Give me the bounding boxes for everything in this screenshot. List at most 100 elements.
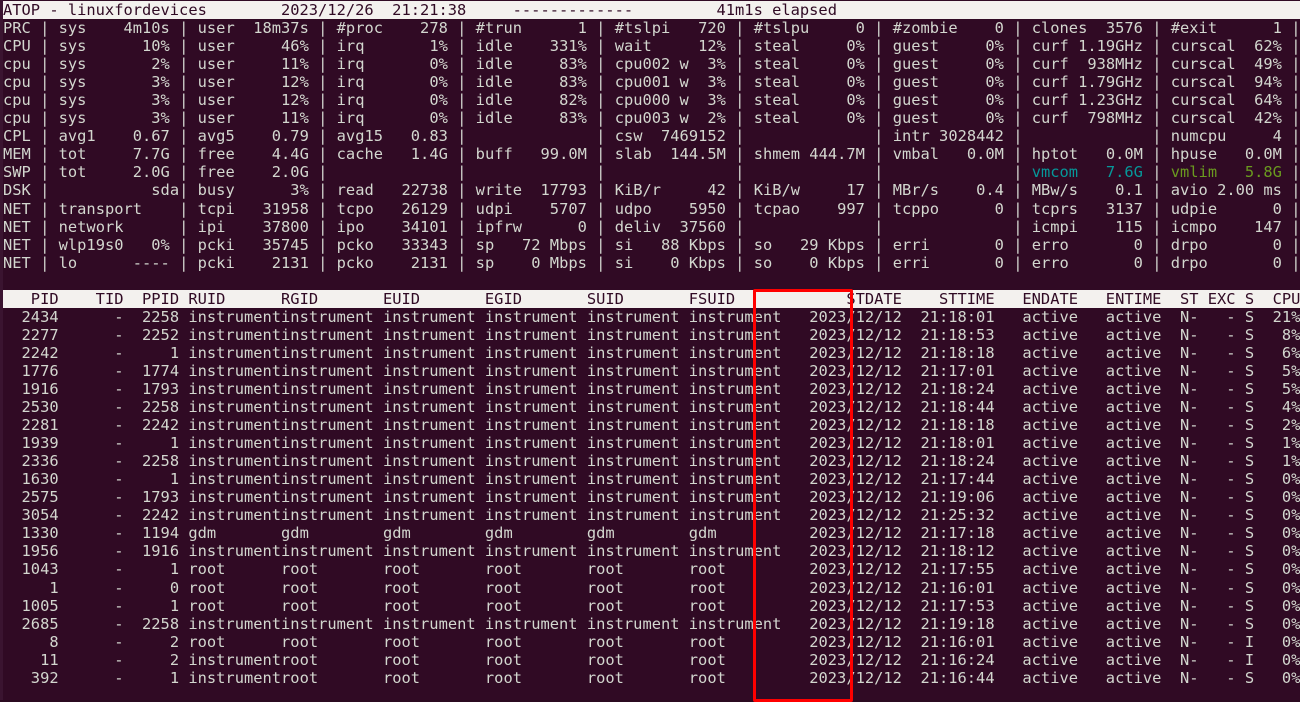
- cell-endate: active: [994, 470, 1078, 489]
- sysline-sep: |: [179, 109, 189, 128]
- cell-egid: instrument: [484, 506, 587, 525]
- cell-exc: -: [1198, 524, 1236, 543]
- cell-endate: active: [994, 524, 1078, 543]
- sysline-field-empty: [744, 127, 874, 145]
- process-row[interactable]: 2530 - 2258 instrumentinstrument instrum…: [3, 398, 1300, 416]
- sysline-sep: |: [179, 217, 189, 236]
- cell-euid: instrument: [382, 488, 485, 507]
- cell-egid: instrument: [484, 434, 587, 453]
- cell-state: S: [1235, 398, 1255, 417]
- cell-stdate: 2023/12/12: [790, 398, 902, 417]
- sysline-field-hptot: hptot 0.0M: [1022, 145, 1153, 164]
- sysline-field-curscal: curscal 94%: [1161, 73, 1292, 92]
- sysline-field-pcko: pcko 33343: [327, 235, 458, 254]
- cell-fsuid: root: [688, 596, 791, 615]
- cell-cpu: 0%: [1254, 560, 1300, 579]
- process-row[interactable]: 1630 - 1 instrumentinstrument instrument…: [3, 470, 1300, 488]
- cell-euid: gdm: [382, 524, 485, 543]
- cell-exc: -: [1198, 560, 1236, 579]
- cell-endate: active: [994, 452, 1078, 471]
- cell-egid: instrument: [484, 307, 587, 326]
- cell-rgid: root: [281, 668, 383, 687]
- cell-ppid: 2242: [123, 506, 180, 525]
- sysline-sep: |: [318, 217, 328, 236]
- cell-ruid: instrument: [179, 343, 282, 362]
- atop-terminal-window[interactable]: ATOP - linuxfordevices 2023/12/26 21:21:…: [0, 0, 1300, 702]
- sysline-field-lo: lo ----: [49, 253, 180, 272]
- process-row[interactable]: 1330 - 1194 gdm gdm gdm gdm gdm gdm 2023…: [3, 524, 1300, 542]
- sysline-field-empty: [883, 163, 1013, 181]
- process-table-header-row[interactable]: PID TID PPID RUID RGID EUID EGID SUID FS…: [3, 289, 1300, 308]
- sysline-field-irq: irq 0%: [327, 109, 458, 128]
- process-row[interactable]: 2277 - 2252 instrumentinstrument instrum…: [3, 326, 1300, 344]
- process-row[interactable]: 8 - 2 root root root root root root 2023…: [3, 633, 1300, 651]
- cell-sttime: 21:19:06: [901, 488, 995, 507]
- sysline-field-tcprs: tcprs 3137: [1022, 199, 1153, 218]
- col-header-ruid: RUID: [179, 289, 282, 308]
- cell-entime: active: [1078, 434, 1162, 453]
- process-row[interactable]: 1043 - 1 root root root root root root 2…: [3, 560, 1300, 578]
- process-row[interactable]: 3054 - 2242 instrumentinstrument instrum…: [3, 506, 1300, 524]
- process-row[interactable]: 1939 - 1 instrumentinstrument instrument…: [3, 434, 1300, 452]
- sysline-sep: |: [318, 109, 328, 128]
- sysline-field-empty: [466, 127, 596, 145]
- sysline-field-drpo: drpo 0: [1161, 235, 1292, 254]
- sysline-field-intr: intr 3028442: [883, 127, 1014, 146]
- process-row[interactable]: 2242 - 1 instrumentinstrument instrument…: [3, 344, 1300, 362]
- sysline-field-vmcom: vmcom 7.6G: [1022, 163, 1153, 182]
- sysline-field-guest: guest 0%: [883, 109, 1014, 128]
- cell-euid: instrument: [382, 343, 485, 362]
- cell-st: N-: [1161, 343, 1199, 362]
- process-row[interactable]: 1916 - 1793 instrumentinstrument instrum…: [3, 380, 1300, 398]
- cell-stdate: 2023/12/12: [790, 524, 902, 543]
- process-row[interactable]: 11 - 2 instrumentroot root root root roo…: [3, 651, 1300, 669]
- cell-euid: instrument: [382, 506, 485, 525]
- col-header-rgid: RGID: [281, 289, 383, 308]
- cell-fsuid: instrument: [688, 416, 791, 435]
- cell-tid: -: [58, 307, 124, 326]
- cell-cpu: 0%: [1254, 650, 1300, 669]
- cell-sttime: 21:18:01: [901, 434, 995, 453]
- cell-pid: 2530: [3, 398, 59, 417]
- process-row[interactable]: 1005 - 1 root root root root root root 2…: [3, 597, 1300, 615]
- process-row[interactable]: 392 - 1 instrumentroot root root root ro…: [3, 669, 1300, 687]
- cell-entime: active: [1078, 470, 1162, 489]
- sysline-cpu-3: cpu | sys 3% | user 12% | irq 0% | idle …: [3, 73, 1300, 91]
- cell-euid: root: [382, 596, 485, 615]
- cell-stdate: 2023/12/12: [790, 325, 902, 344]
- cell-egid: root: [484, 596, 587, 615]
- sysline-label: cpu: [3, 109, 31, 128]
- sysline-sep: |: [30, 199, 50, 218]
- cell-entime: active: [1078, 325, 1162, 344]
- cell-tid: -: [58, 488, 124, 507]
- process-row[interactable]: 2685 - 2258 instrumentinstrument instrum…: [3, 615, 1300, 633]
- process-row[interactable]: 2281 - 2242 instrumentinstrument instrum…: [3, 416, 1300, 434]
- process-row[interactable]: 2336 - 2258 instrumentinstrument instrum…: [3, 452, 1300, 470]
- cell-cpu: 0%: [1254, 506, 1300, 525]
- process-table-body[interactable]: 2434 - 2258 instrumentinstrument instrum…: [3, 308, 1300, 687]
- process-row[interactable]: 1956 - 1916 instrumentinstrument instrum…: [3, 542, 1300, 560]
- sysline-field-shmem: shmem 444.7M: [744, 145, 875, 164]
- sysline-field-user: user 12%: [188, 91, 319, 110]
- cell-euid: instrument: [382, 416, 485, 435]
- cell-cpu: 5%: [1254, 379, 1300, 398]
- cell-endate: active: [994, 398, 1078, 417]
- process-row[interactable]: 1776 - 1774 instrumentinstrument instrum…: [3, 362, 1300, 380]
- process-row[interactable]: 2434 - 2258 instrumentinstrument instrum…: [3, 308, 1300, 326]
- process-row[interactable]: 1 - 0 root root root root root root 2023…: [3, 579, 1300, 597]
- process-table[interactable]: PID TID PPID RUID RGID EUID EGID SUID FS…: [3, 288, 1300, 702]
- atop-title-bar: ATOP - linuxfordevices 2023/12/26 21:21:…: [3, 1, 1300, 20]
- process-row[interactable]: 2575 - 1793 instrumentinstrument instrum…: [3, 488, 1300, 506]
- sysline-field-curscal: curscal 42%: [1161, 109, 1292, 128]
- cell-ppid: 2252: [123, 325, 180, 344]
- cell-rgid: instrument: [281, 398, 383, 417]
- cell-pid: 392: [3, 668, 59, 687]
- sysline-sep: |: [457, 181, 467, 200]
- sysline-sep: |: [457, 235, 467, 254]
- cell-stdate: 2023/12/12: [790, 596, 902, 615]
- cell-stdate: 2023/12/12: [790, 650, 902, 669]
- sysline-sep: |: [179, 73, 189, 92]
- sysline-field-tcpo: tcpo 26129: [327, 199, 458, 218]
- sysline-label: NET: [3, 217, 31, 236]
- sysline-field-empty: [744, 218, 874, 236]
